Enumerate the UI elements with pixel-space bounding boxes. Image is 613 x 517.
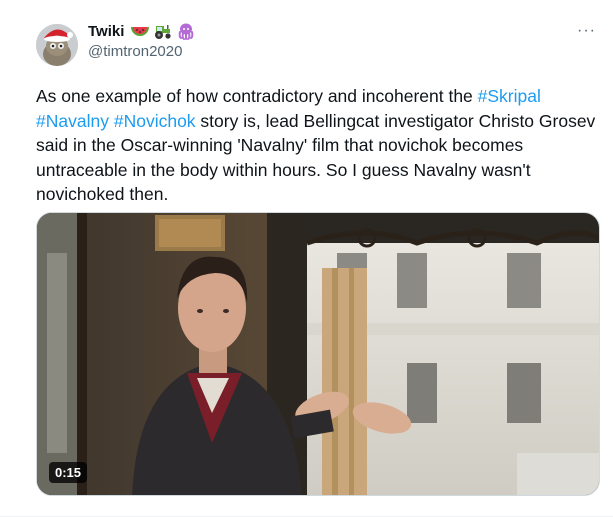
avatar[interactable] xyxy=(36,24,78,66)
display-name-row: Twiki xyxy=(88,20,199,42)
video-player[interactable]: 0:15 xyxy=(36,212,600,496)
video-timestamp: 0:15 xyxy=(49,462,88,483)
tweet-card[interactable]: Twiki @timtron2020 ··· As one example of… xyxy=(0,0,613,517)
video-frame xyxy=(37,213,599,495)
hashtag-link[interactable]: #Skripal xyxy=(478,86,541,106)
tweet-text: As one example of how contradictory and … xyxy=(36,84,596,207)
watermelon-emoji xyxy=(130,22,150,40)
octopus-emoji xyxy=(176,22,196,40)
user-handle[interactable]: @timtron2020 xyxy=(88,43,199,60)
hashtag-link[interactable]: #Novichok xyxy=(114,111,196,131)
display-name[interactable]: Twiki xyxy=(88,23,124,40)
tweet-text-segment: As one example of how contradictory and … xyxy=(36,86,478,106)
more-options-icon[interactable]: ··· xyxy=(577,23,596,39)
tractor-emoji xyxy=(153,22,173,40)
hashtag-link[interactable]: #Navalny xyxy=(36,111,109,131)
user-info: Twiki @timtron2020 xyxy=(88,20,199,60)
